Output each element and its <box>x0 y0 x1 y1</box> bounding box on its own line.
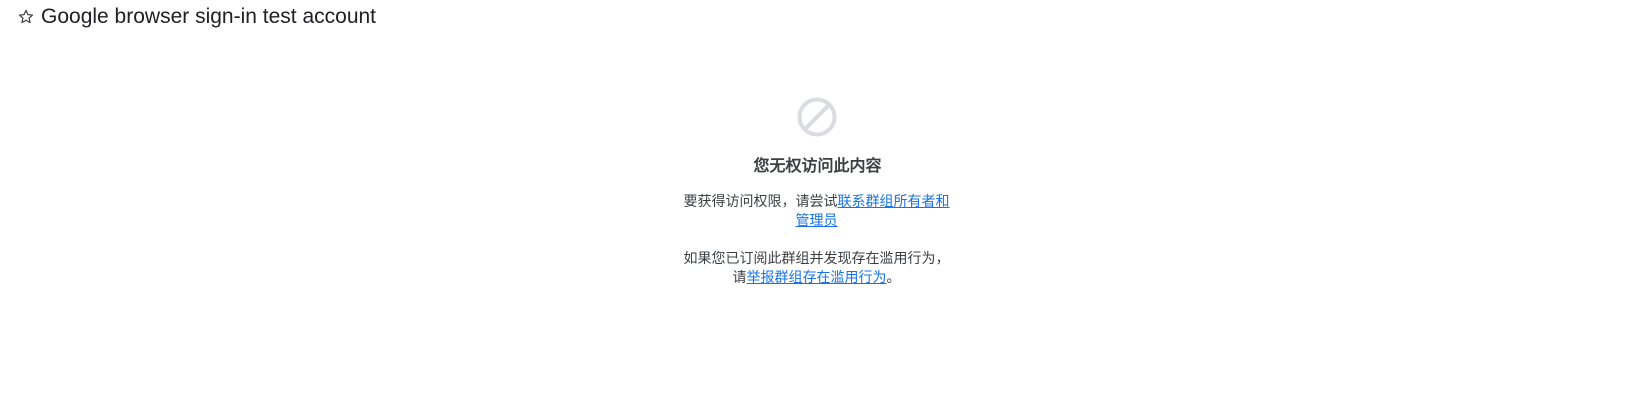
access-denied-heading: 您无权访问此内容 <box>753 158 882 175</box>
group-header: Google browser sign-in test account <box>17 4 376 30</box>
report-abuse-text: 如果您已订阅此群组并发现存在滥用行为， 请举报群组存在滥用行为。 <box>682 249 952 287</box>
access-denied-panel: 您无权访问此内容 要获得访问权限，请尝试联系群组所有者和管理员 如果您已订阅此群… <box>0 96 1633 287</box>
page-title: Google browser sign-in test account <box>41 5 377 28</box>
star-outline-icon <box>18 9 34 24</box>
report-abuse-suffix: 。 <box>886 269 901 285</box>
star-icon[interactable] <box>17 8 35 26</box>
report-abuse-link[interactable]: 举报群组存在滥用行为 <box>747 269 887 285</box>
access-request-prefix: 要获得访问权限，请尝试 <box>683 193 838 209</box>
block-icon <box>797 97 837 137</box>
report-abuse-prefix: 请 <box>732 269 747 285</box>
report-abuse-line1: 如果您已订阅此群组并发现存在滥用行为， <box>683 250 950 266</box>
access-request-text: 要获得访问权限，请尝试联系群组所有者和管理员 <box>682 192 952 230</box>
page: Google browser sign-in test account 您无权访… <box>0 0 1633 401</box>
